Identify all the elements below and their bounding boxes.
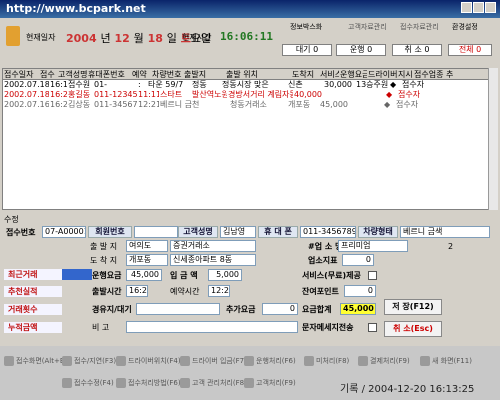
note-field[interactable]: [126, 321, 298, 333]
recent-trade-value: [62, 269, 92, 280]
surcharge-label: 추가요금: [226, 305, 256, 314]
dest-location-field[interactable]: 신세종아파트 8동: [170, 254, 256, 266]
reserve-time-field[interactable]: 12:21: [208, 285, 230, 297]
reception-grid[interactable]: 접수일자접수고객성명휴대폰번호예약차량번호출발지출발 위치도착지서비스운행요금드…: [2, 68, 498, 210]
section-label: 수정: [4, 215, 19, 224]
customer-data-button[interactable]: 고객자료관리: [348, 20, 387, 34]
grid-header: 접수일자접수고객성명휴대폰번호예약차량번호출발지출발 위치도착지서비스운행요금드…: [3, 69, 497, 80]
reserve-time-label: 예약시간: [170, 287, 200, 296]
sms-checkbox[interactable]: [368, 323, 377, 332]
dest-label: 도 착 지: [90, 256, 118, 265]
trip-process-button[interactable]: 운행처리(F6): [244, 354, 296, 368]
point-field[interactable]: 0: [344, 285, 376, 297]
watermark-text: http://www.bcpark.net: [6, 2, 146, 15]
cancel-button[interactable]: 취 소(Esc): [384, 321, 442, 337]
count-running: 운행 0: [336, 44, 386, 56]
deposit-label: 입 금 액: [170, 271, 198, 280]
status-timestamp: 기록 / 2004-12-20 16:13:25: [340, 384, 475, 395]
start-label: 출 발 지: [90, 242, 118, 251]
deposit-field[interactable]: 5,000: [208, 269, 242, 281]
customer-process-button[interactable]: 고객처리(F9): [244, 376, 296, 390]
driver-location-button[interactable]: 드라이버위치(F4): [116, 354, 181, 368]
header-bar: 현재일자 2004 년 12 월 18 일 토요일 현재시간 16:06:11 …: [0, 18, 500, 66]
member-no-field[interactable]: [134, 226, 178, 238]
reception-data-button[interactable]: 접수자료관리: [400, 20, 439, 34]
extra-field[interactable]: 0: [342, 254, 374, 266]
payment-process-button[interactable]: 결제처리(F9): [358, 354, 410, 368]
dispatch-field[interactable]: 프리미엄: [338, 240, 408, 252]
count-total: 전체 0: [448, 44, 492, 56]
current-date-label: 현재일자: [26, 33, 56, 42]
service-label: 서비스(무료)제공: [302, 271, 361, 280]
customer-name-label: 고객성명: [178, 226, 218, 238]
unprocessed-button[interactable]: 미처리(F8): [304, 354, 349, 368]
current-time-label: 현재시간: [182, 33, 212, 42]
recommend-label: 추천실적: [4, 286, 62, 297]
info-box-button[interactable]: 정보박스화: [290, 20, 322, 34]
depart-time-field[interactable]: 16:22: [126, 285, 148, 297]
mobile-label: 휴 대 폰: [258, 226, 298, 238]
member-no-label: 회원번호: [88, 226, 132, 238]
trade-count-label: 거래횟수: [4, 304, 62, 315]
start-location-field[interactable]: 증권거래소: [170, 240, 256, 252]
note-label: 비 고: [92, 323, 110, 332]
reception-edit-button[interactable]: 접수수정(F4): [62, 376, 114, 390]
settings-button[interactable]: 환경설정: [452, 20, 478, 34]
close-button[interactable]: [485, 2, 496, 13]
reception-method-button[interactable]: 접수처리방법(F6): [116, 376, 181, 390]
start-field[interactable]: 여의도: [126, 240, 168, 252]
total-label: 요금합계: [302, 305, 332, 314]
grid-scrollbar[interactable]: [488, 68, 498, 210]
minimize-button[interactable]: [461, 2, 472, 13]
car-type-label: 차량형태: [358, 226, 398, 238]
new-screen-button[interactable]: 새 화면(F11): [420, 354, 472, 368]
reception-no-field[interactable]: 07-A00001: [42, 226, 86, 238]
point-label: 잔여포인트: [302, 287, 339, 296]
table-row[interactable]: 2002.07.1816:21홍길동011-123456811:11스타트발산역…: [3, 90, 497, 100]
title-bar: http://www.bcpark.net: [0, 0, 500, 18]
driver-deposit-button[interactable]: 드라이버 입금(F7): [180, 354, 247, 368]
total-field[interactable]: 45,000: [340, 303, 376, 315]
edit-section: 수정 접수번호 07-A00001 회원번호 고객성명 김남영 휴 대 폰 01…: [2, 214, 498, 344]
mobile-field[interactable]: 011-3456789: [300, 226, 356, 238]
depart-time-label: 출발시간: [92, 287, 122, 296]
reception-no-label: 접수번호: [6, 228, 36, 237]
main-window: http://www.bcpark.net 현재일자 2004 년 12 월 1…: [0, 0, 500, 400]
customer-manage-button[interactable]: 고객 관리처리(F8): [180, 376, 247, 390]
total-amount-label: 누적금액: [4, 322, 62, 333]
extra-label: 업소지표: [308, 256, 338, 265]
window-controls: [460, 2, 496, 16]
reception-delay-button[interactable]: 접수/지연(F3): [62, 354, 116, 368]
route-select[interactable]: [136, 303, 220, 315]
maximize-button[interactable]: [473, 2, 484, 13]
reception-screen-button[interactable]: 접수화면(Alt+E): [4, 354, 67, 368]
dispatch-count: 2: [448, 242, 454, 251]
car-type-field[interactable]: 베르니 금색: [400, 226, 490, 238]
recent-trade-label: 최근거래: [4, 269, 62, 280]
surcharge-field[interactable]: 0: [262, 303, 298, 315]
sms-label: 문자메세지전송: [302, 323, 354, 332]
service-checkbox[interactable]: [368, 271, 377, 280]
table-row[interactable]: 2002.07.1616:22김상동011-345678912:21베르니 금천…: [3, 100, 497, 110]
fare-field[interactable]: 45,000: [126, 269, 162, 281]
route-label: 경유지/대기: [92, 305, 132, 314]
count-cancel: 취 소 0: [392, 44, 442, 56]
bottom-toolbar: 접수화면(Alt+E) 접수/지연(F3) 드라이버위치(F4) 드라이버 입금…: [0, 346, 500, 400]
dest-field[interactable]: 개포동: [126, 254, 168, 266]
count-waiting: 대기 0: [282, 44, 332, 56]
table-row[interactable]: 2002.07.1816:19접수원01-:타운 59/7정동정동시장 맞은신촌…: [3, 80, 497, 90]
save-button[interactable]: 저 장(F12): [384, 299, 442, 315]
app-icon: [6, 26, 20, 46]
customer-name-field[interactable]: 김남영: [220, 226, 256, 238]
fare-label: 운행요금: [92, 271, 122, 280]
clock: 16:06:11: [220, 30, 273, 43]
